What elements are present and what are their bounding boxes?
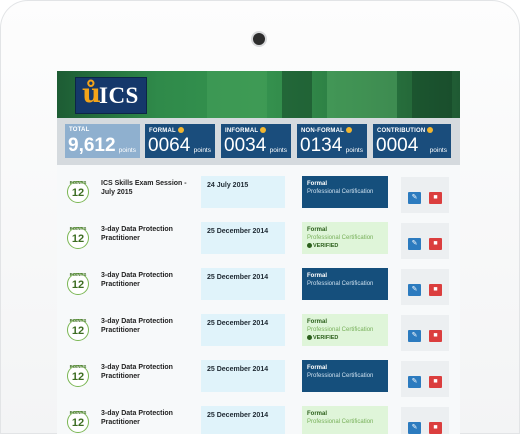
verified-label: VERIFIED [307,242,388,250]
trash-icon: ■ [433,286,438,293]
header-banner: ů ICS [57,71,460,118]
row-actions: ✎ ■ [401,177,449,213]
activity-title[interactable]: 3-day Data Protection Practitioner [101,409,191,427]
camera-icon [253,33,265,45]
stat-total: TOTAL 9,612 points [65,124,140,158]
stat-unit: points [193,147,211,154]
activity-type: Formal Professional Certification [302,360,388,392]
activity-type: Formal Professional Certification VERIFI… [302,314,388,346]
points-badge: POINTS 12 [67,272,89,295]
stat-label: FORMAL [149,128,176,134]
row-actions: ✎ ■ [401,315,449,351]
activity-date: 25 December 2014 [201,268,285,300]
stat-formal: FORMAL 0064 points [145,124,215,158]
trash-icon: ■ [433,240,438,247]
stat-value: 0064 [148,135,191,156]
activity-row: POINTS 12 3-day Data Protection Practiti… [57,349,460,397]
stat-label: INFORMAL [225,128,259,134]
activity-row: POINTS 12 ICS Skills Exam Session - July… [57,165,460,213]
stat-unit: points [345,147,363,154]
activity-date: 25 December 2014 [201,314,285,346]
activity-date: 24 July 2015 [201,176,285,208]
points-badge: POINTS 12 [67,410,89,433]
trash-icon: ■ [433,194,438,201]
stat-informal: INFORMAL 0034 points [221,124,291,158]
activity-title[interactable]: 3-day Data Protection Practitioner [101,271,191,289]
stat-nonformal: NON-FORMAL 0134 points [297,124,367,158]
pencil-icon: ✎ [411,286,418,293]
activity-title[interactable]: ICS Skills Exam Session - July 2015 [101,179,191,197]
stat-label: CONTRIBUTION [377,128,426,134]
trash-icon: ■ [433,424,438,431]
row-actions: ✎ ■ [401,407,449,434]
points-badge: POINTS 12 [67,180,89,203]
delete-button[interactable]: ■ [429,284,442,296]
pencil-icon: ✎ [411,194,418,201]
points-badge: POINTS 12 [67,226,89,249]
check-icon [307,242,312,248]
stat-value: 0134 [300,135,343,156]
activity-title[interactable]: 3-day Data Protection Practitioner [101,317,191,335]
activity-type: Formal Professional Certification [302,406,388,434]
stat-value: 9,612 [68,135,116,156]
row-actions: ✎ ■ [401,223,449,259]
activity-row: POINTS 12 3-day Data Protection Practiti… [57,303,460,351]
activity-title[interactable]: 3-day Data Protection Practitioner [101,225,191,243]
help-icon[interactable] [260,127,267,133]
activity-type: Formal Professional Certification VERIFI… [302,222,388,254]
stat-label: TOTAL [69,127,90,133]
delete-button[interactable]: ■ [429,238,442,250]
delete-button[interactable]: ■ [429,330,442,342]
verified-label: VERIFIED [307,334,388,342]
ics-logo[interactable]: ů ICS [75,77,147,114]
app-screen: ů ICS TOTAL 9,612 points FORMAL 0064 poi… [57,71,460,434]
stat-unit: points [429,147,447,154]
edit-button[interactable]: ✎ [408,284,421,296]
activity-row: POINTS 12 3-day Data Protection Practiti… [57,395,460,434]
logo-text: ICS [99,83,139,108]
stat-label: NON-FORMAL [301,128,344,134]
row-actions: ✎ ■ [401,361,449,397]
points-badge: POINTS 12 [67,364,89,387]
activity-type: Formal Professional Certification [302,268,388,300]
edit-button[interactable]: ✎ [408,330,421,342]
stat-value: 0034 [224,135,267,156]
edit-button[interactable]: ✎ [408,192,421,204]
pencil-icon: ✎ [411,378,418,385]
stat-contribution: CONTRIBUTION 0004 points [373,124,451,158]
help-icon[interactable] [177,127,184,133]
help-icon[interactable] [346,127,352,133]
activity-title[interactable]: 3-day Data Protection Practitioner [101,363,191,381]
activity-row: POINTS 12 3-day Data Protection Practiti… [57,211,460,259]
activity-date: 25 December 2014 [201,222,285,254]
edit-button[interactable]: ✎ [408,238,421,250]
stat-unit: points [118,147,136,154]
pencil-icon: ✎ [411,240,418,247]
edit-button[interactable]: ✎ [408,422,421,434]
activity-date: 25 December 2014 [201,360,285,392]
delete-button[interactable]: ■ [429,192,442,204]
help-icon[interactable] [427,127,434,133]
pencil-icon: ✎ [411,424,418,431]
points-summary: TOTAL 9,612 points FORMAL 0064 points IN… [57,118,460,165]
trash-icon: ■ [433,378,438,385]
logo-mark-icon: ů [82,79,101,109]
check-icon [307,334,312,340]
activity-date: 25 December 2014 [201,406,285,434]
delete-button[interactable]: ■ [429,422,442,434]
tablet-frame: ů ICS TOTAL 9,612 points FORMAL 0064 poi… [0,0,520,434]
pencil-icon: ✎ [411,332,418,339]
points-badge: POINTS 12 [67,318,89,341]
stat-unit: points [269,147,287,154]
row-actions: ✎ ■ [401,269,449,305]
activity-type: Formal Professional Certification [302,176,388,208]
stat-value: 0004 [376,135,419,156]
activity-row: POINTS 12 3-day Data Protection Practiti… [57,257,460,305]
trash-icon: ■ [433,332,438,339]
edit-button[interactable]: ✎ [408,376,421,388]
delete-button[interactable]: ■ [429,376,442,388]
